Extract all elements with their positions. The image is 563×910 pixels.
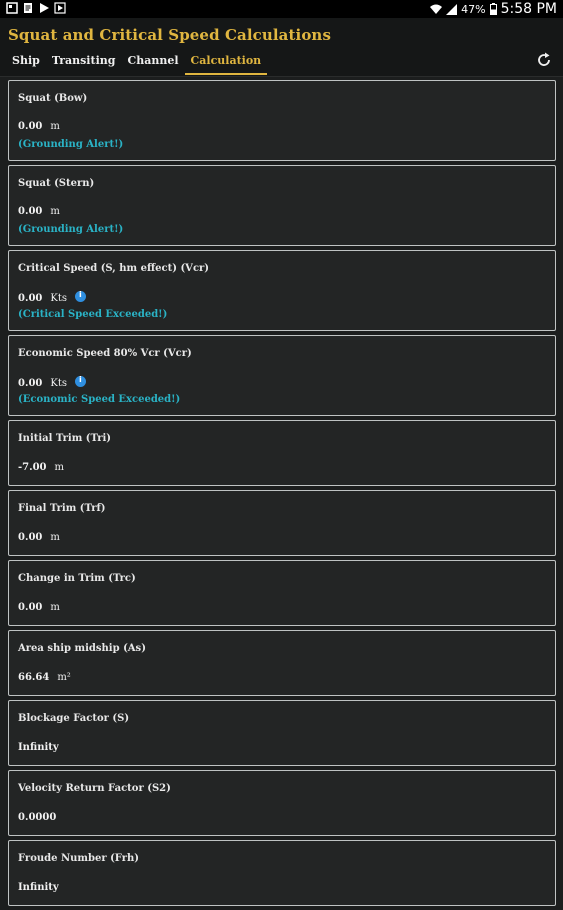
document-icon — [24, 3, 32, 13]
tab-channel[interactable]: Channel — [121, 54, 184, 75]
card-velocity-return: Velocity Return Factor (S2) 0.0000 — [8, 770, 556, 836]
card-value: 0.00 m — [18, 206, 60, 217]
card-squat-stern: Squat (Stern) 0.00 m (Grounding Alert!) — [8, 165, 556, 246]
card-value: 0.00 m — [18, 532, 60, 543]
card-value: 66.64 m² — [18, 672, 71, 683]
card-value: 0.00 m — [18, 602, 60, 613]
card-change-in-trim: Change in Trim (Trc) 0.00 m — [8, 560, 556, 626]
card-blockage-factor: Blockage Factor (S) Infinity — [8, 700, 556, 766]
status-bar: 47% 5:58 PM — [0, 0, 563, 18]
card-title: Area ship midship (As) — [18, 643, 146, 654]
card-area-midship: Area ship midship (As) 66.64 m² — [8, 630, 556, 696]
status-right: 47% 5:58 PM — [430, 1, 557, 17]
card-value: 0.00 Kts — [18, 290, 86, 304]
card-value: -7.00 m — [18, 462, 64, 473]
battery-icon — [489, 3, 497, 15]
card-economic-speed: Economic Speed 80% Vcr (Vcr) 0.00Kts (Ec… — [8, 335, 556, 416]
notification-icon — [6, 2, 18, 14]
app-title: Squat and Critical Speed Calculations — [8, 26, 331, 44]
card-title: Final Trim (Trf) — [18, 503, 106, 514]
card-title: Squat (Bow) — [18, 93, 88, 104]
card-title: Critical Speed (S, hm effect) (Vcr) — [18, 263, 210, 274]
refresh-icon[interactable] — [535, 51, 553, 69]
critical-speed-alert: (Critical Speed Exceeded!) — [18, 309, 168, 320]
card-value: 0.00 m — [18, 121, 60, 132]
card-title: Initial Trim (Tri) — [18, 433, 112, 444]
card-squat-bow: Squat (Bow) 0.00 m (Grounding Alert!) — [8, 80, 556, 161]
play-icon-2 — [54, 2, 66, 14]
card-title: Velocity Return Factor (S2) — [18, 783, 171, 794]
battery-percent: 47% — [461, 2, 486, 16]
info-icon[interactable] — [74, 290, 86, 302]
card-title: Froude Number (Frh) — [18, 853, 139, 864]
status-left-icons — [6, 2, 66, 14]
tab-ship[interactable]: Ship — [6, 54, 46, 75]
card-value: 0.0000 — [18, 812, 57, 823]
card-title: Blockage Factor (S) — [18, 713, 130, 724]
economic-speed-alert: (Economic Speed Exceeded!) — [18, 394, 181, 405]
results-list: Squat (Bow) 0.00 m (Grounding Alert!) Squ… — [8, 80, 556, 910]
grounding-alert: (Grounding Alert!) — [18, 139, 124, 150]
grounding-alert: (Grounding Alert!) — [18, 224, 124, 235]
tab-transiting[interactable]: Transiting — [46, 54, 122, 75]
card-title: Change in Trim (Trc) — [18, 573, 136, 584]
card-froude-number: Froude Number (Frh) Infinity — [8, 840, 556, 906]
card-title: Squat (Stern) — [18, 178, 95, 189]
card-title: Economic Speed 80% Vcr (Vcr) — [18, 348, 192, 359]
tab-bar: Ship Transiting Channel Calculation — [6, 54, 268, 75]
card-critical-speed: Critical Speed (S, hm effect) (Vcr) 0.00… — [8, 250, 556, 331]
card-initial-trim: Initial Trim (Tri) -7.00 m — [8, 420, 556, 486]
card-value: 0.00 Kts — [18, 375, 86, 389]
info-icon[interactable] — [74, 375, 86, 387]
play-icon — [40, 3, 49, 13]
tab-calculation[interactable]: Calculation — [184, 54, 268, 75]
app-bar: Squat and Critical Speed Calculations Sh… — [0, 18, 563, 77]
signal-icon — [446, 3, 458, 15]
wifi-icon — [430, 4, 443, 14]
clock: 5:58 PM — [500, 1, 557, 17]
card-value: Infinity — [18, 882, 59, 893]
card-final-trim: Final Trim (Trf) 0.00 m — [8, 490, 556, 556]
card-value: Infinity — [18, 742, 59, 753]
